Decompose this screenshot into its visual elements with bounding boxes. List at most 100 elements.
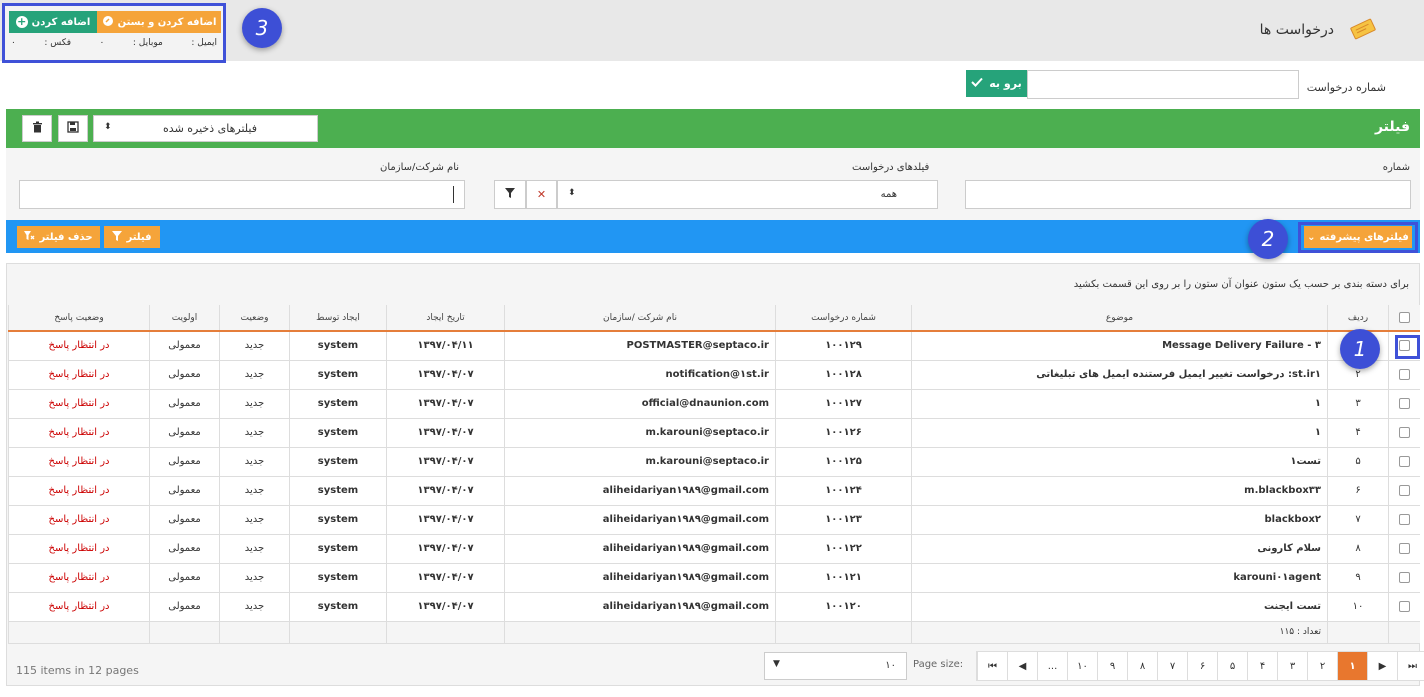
page-button[interactable]: ۷ [1157,652,1187,680]
delete-filter-button[interactable] [22,115,52,142]
subject-cell: تست۱ [911,447,1328,477]
checkbox[interactable] [1388,505,1420,535]
table-row[interactable]: ۱Message Delivery Failure - ۳۱۰۰۱۲۹POSTM… [8,331,1420,361]
row-checkbox[interactable] [1398,340,1410,351]
row-number-cell: ۱۰ [1327,592,1389,622]
row-checkbox[interactable] [1398,368,1410,380]
filter-button[interactable]: فیلتر [104,226,160,248]
advanced-filters-button[interactable]: ⌄ فیلترهای پیشرفته [1304,226,1412,248]
request-number-cell: ۱۰۰۱۲۸ [775,360,912,390]
add-and-close-button[interactable]: اضافه کردن و بستن [97,11,221,33]
mobile-value: ۰ [99,38,105,48]
row-checkbox[interactable] [1398,426,1410,438]
col-row[interactable]: ردیف [1327,305,1389,332]
fields-filter-label: فیلدهای درخواست [852,162,930,173]
company-filter-input[interactable] [19,180,465,209]
row-checkbox[interactable] [1398,455,1410,467]
clear-fields-button[interactable]: ✕ [526,180,557,209]
page-button[interactable]: ۲ [1307,652,1337,680]
status-cell: جدید [219,563,290,593]
fax-label: فکس : [44,38,72,48]
checkbox[interactable] [1388,476,1420,506]
page-button[interactable]: ۱ [1337,652,1367,680]
table-row[interactable]: ۸ سلام کارونی ۱۰۰۱۲۲ aliheidariyan۱۹۸۹@gmai… [8,534,1420,564]
callout-marker-1: 1 [1340,329,1380,369]
select-all-checkbox-cell[interactable] [1388,305,1420,332]
reply-status-cell: در انتظار پاسخ [8,534,150,564]
remove-filter-button[interactable]: حذف فیلتر [17,226,100,248]
checkbox[interactable] [1388,534,1420,564]
last-page-icon[interactable]: ⏭ [1397,652,1424,680]
page-button[interactable]: ۶ [1187,652,1217,680]
page-size-select[interactable]: ▼ ۱۰ [764,652,907,680]
page-size-value: ۱۰ [885,660,896,671]
created-by-cell: system [289,447,387,477]
page-button[interactable]: ۸ [1127,652,1157,680]
row-checkbox[interactable] [1398,513,1410,525]
select-all-checkbox[interactable] [1398,312,1410,323]
col-company[interactable]: نام شرکت /سازمان [504,305,776,332]
row-checkbox[interactable] [1398,397,1410,409]
request-number-cell: ۱۰۰۱۲۳ [775,505,912,535]
row-number-cell: ۳ [1327,389,1389,419]
table-row[interactable]: ۱۰ تست ایجنت ۱۰۰۱۲۰ aliheidariyan۱۹۸۹@gmail… [8,592,1420,622]
page-button[interactable]: ۵ [1217,652,1247,680]
col-request-number[interactable]: شماره درخواست [775,305,912,332]
add-button[interactable]: + اضافه کردن [9,11,97,33]
reply-status-cell: در انتظار پاسخ [8,418,150,448]
row-checkbox[interactable] [1398,542,1410,554]
page-button[interactable]: ۱۰ [1067,652,1097,680]
filter-button-label: فیلتر [126,231,152,243]
company-cell: aliheidariyan۱۹۸۹@gmail.com [504,563,776,593]
col-created-by[interactable]: ایجاد توسط [289,305,387,332]
checkbox[interactable] [1388,447,1420,477]
created-date-cell: ۱۳۹۷/۰۴/۰۷ [386,476,505,506]
request-number-input[interactable] [1027,70,1299,99]
table-row[interactable]: ۲ st.ir۱: درخواست تغییر ایمیل فرستنده ایم… [8,360,1420,390]
status-cell: جدید [219,476,290,506]
row-checkbox[interactable] [1398,571,1410,583]
table-row[interactable]: ۵ تست۱ ۱۰۰۱۲۵ m.karouni@septaco.ir ۱۳۹۷/۰۴/۰… [8,447,1420,477]
request-number-cell: ۱۰۰۱۲۱ [775,563,912,593]
checkbox[interactable] [1388,418,1420,448]
reply-status-cell: در انتظار پاسخ [8,447,150,477]
first-page-icon[interactable]: ⏮ [977,652,1007,680]
checkbox[interactable] [1388,592,1420,622]
table-row[interactable]: ۴ ۱ ۱۰۰۱۲۶ m.karouni@septaco.ir ۱۳۹۷/۰۴/۰۷ sy… [8,418,1420,448]
number-filter-input[interactable] [965,180,1411,209]
page-button[interactable]: ۳ [1277,652,1307,680]
table-row[interactable]: ۶ m.blackbox۳۳ ۱۰۰۱۲۴ aliheidariyan۱۹۸۹@gma… [8,476,1420,506]
col-priority[interactable]: اولویت [149,305,220,332]
col-subject[interactable]: موضوع [911,305,1328,332]
sort-arrows-icon: ⬍ [104,122,112,132]
row-checkbox[interactable] [1398,600,1410,612]
col-created-date[interactable]: تاریخ ایجاد [386,305,505,332]
created-by-cell: system [289,476,387,506]
checkbox[interactable] [1388,563,1420,593]
save-filter-button[interactable] [58,115,88,142]
checkbox[interactable] [1388,331,1420,361]
page-button[interactable]: ۹ [1097,652,1127,680]
table-row[interactable]: ۳ ۱ ۱۰۰۱۲۷ official@dnaunion.com ۱۳۹۷/۰۴/۰۷ s… [8,389,1420,419]
fields-filter-select[interactable]: همه ⬍ [557,180,938,209]
checkbox[interactable] [1388,360,1420,390]
next-page-icon[interactable]: ▶ [1367,652,1397,680]
prev-page-icon[interactable]: ◀ [1007,652,1037,680]
checkbox[interactable] [1388,389,1420,419]
saved-filters-select[interactable]: فیلترهای ذخیره شده ⬍ [93,115,318,142]
row-checkbox[interactable] [1398,484,1410,496]
col-status[interactable]: وضعیت [219,305,290,332]
page-button[interactable]: ۴ [1247,652,1277,680]
trash-icon [32,121,43,136]
more-pages[interactable]: ... [1037,652,1067,680]
add-button-label: اضافه کردن [31,16,91,28]
created-by-cell: system [289,563,387,593]
created-by-cell: system [289,389,387,419]
fields-filter-button[interactable] [494,180,526,209]
col-reply-status[interactable]: وضعیت پاسخ [8,305,150,332]
table-row[interactable]: ۷ blackbox۲ ۱۰۰۱۲۳ aliheidariyan۱۹۸۹@gmail.… [8,505,1420,535]
floppy-icon [67,121,79,136]
footer-cell [219,621,290,644]
table-row[interactable]: ۹ karouni۰۱agent ۱۰۰۱۲۱ aliheidariyan۱۹۸۹@g… [8,563,1420,593]
go-to-button[interactable]: برو به [966,70,1027,97]
